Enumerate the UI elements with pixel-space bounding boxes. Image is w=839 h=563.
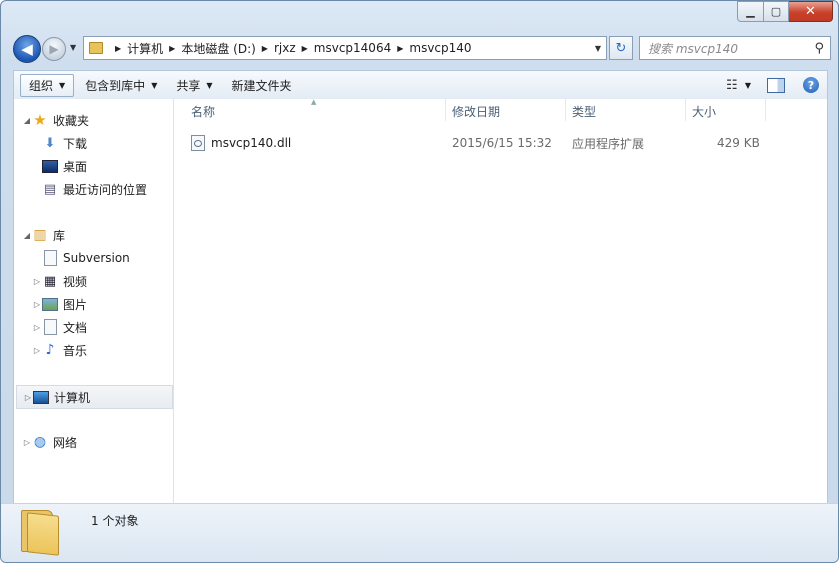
back-button[interactable]: ◀ xyxy=(13,35,41,63)
sidebar-item-libraries[interactable]: ◢ ▥ 库 xyxy=(22,224,65,246)
collapsed-triangle-icon[interactable]: ▷ xyxy=(32,323,42,332)
chevron-right-icon[interactable]: ▶ xyxy=(262,44,268,53)
document-library-icon xyxy=(42,250,58,266)
folder-icon xyxy=(21,510,59,556)
folder-icon xyxy=(89,42,103,54)
breadcrumb-msvcp140[interactable]: ▶ msvcp140 xyxy=(391,41,471,55)
column-header-size[interactable]: 大小 xyxy=(692,99,716,123)
search-input[interactable]: 搜索 msvcp140 ⚲ xyxy=(639,36,831,60)
sidebar-item-desktop[interactable]: 桌面 xyxy=(42,155,87,177)
share-button[interactable]: 共享 ▼ xyxy=(168,74,220,97)
recent-places-icon: ▤ xyxy=(43,181,57,197)
expanded-triangle-icon[interactable]: ◢ xyxy=(22,116,32,125)
refresh-button[interactable]: ↻ xyxy=(609,36,633,60)
column-header-name[interactable]: 名称 xyxy=(191,99,215,123)
collapsed-triangle-icon[interactable]: ▷ xyxy=(23,393,33,402)
chevron-right-icon[interactable]: ▶ xyxy=(169,44,175,53)
maximize-button[interactable]: ▢ xyxy=(764,1,789,22)
chevron-down-icon: ▼ xyxy=(59,80,66,90)
explorer-window: ▁ ▢ ✕ ◀ ▶ ▼ ▶ 计算机 ▶ 本地磁盘 (D:) ▶ rjxz ▶ msvcp… xyxy=(0,0,839,563)
forward-arrow-icon: ▶ xyxy=(49,42,59,56)
breadcrumb-msvcp14064[interactable]: ▶ msvcp14064 xyxy=(296,41,392,55)
file-list[interactable]: ▲ 名称 修改日期 类型 大小 msvcp140.dll 2015/6/15 1… xyxy=(174,98,827,503)
address-dropdown-icon[interactable]: ▼ xyxy=(595,44,601,53)
sidebar-item-pictures[interactable]: ▷ 图片 xyxy=(32,293,87,315)
column-divider[interactable] xyxy=(445,99,446,121)
preview-pane-icon[interactable] xyxy=(767,77,785,93)
window-controls: ▁ ▢ ✕ xyxy=(737,1,833,22)
documents-icon xyxy=(42,319,58,335)
computer-icon xyxy=(33,389,49,405)
column-header-modified[interactable]: 修改日期 xyxy=(452,99,500,123)
navigation-bar: ◀ ▶ ▼ ▶ 计算机 ▶ 本地磁盘 (D:) ▶ rjxz ▶ msvcp14064 … xyxy=(13,34,831,63)
new-folder-button[interactable]: 新建文件夹 xyxy=(224,74,300,97)
collapsed-triangle-icon[interactable]: ▷ xyxy=(32,300,42,309)
chevron-down-icon: ▼ xyxy=(206,80,213,90)
column-divider[interactable] xyxy=(685,99,686,121)
collapsed-triangle-icon[interactable]: ▷ xyxy=(32,346,42,355)
chevron-right-icon[interactable]: ▶ xyxy=(397,44,403,53)
command-bar: 组织 ▼ 包含到库中 ▼ 共享 ▼ 新建文件夹 ☷ ▼ ? xyxy=(13,70,828,100)
sidebar-item-subversion[interactable]: Subversion xyxy=(42,247,130,269)
forward-button[interactable]: ▶ xyxy=(42,37,66,61)
dll-file-icon xyxy=(191,135,205,151)
download-folder-icon: ⬇ xyxy=(44,135,56,151)
view-options-icon[interactable]: ☷ xyxy=(723,78,741,93)
sidebar-item-videos[interactable]: ▷ ▦ 视频 xyxy=(32,270,87,292)
file-size: 429 KB xyxy=(717,136,760,150)
organize-button[interactable]: 组织 ▼ xyxy=(20,73,75,97)
item-count: 1 个对象 xyxy=(91,514,139,528)
expanded-triangle-icon[interactable]: ◢ xyxy=(22,231,32,240)
chevron-right-icon[interactable]: ▶ xyxy=(115,44,121,53)
back-arrow-icon: ◀ xyxy=(21,40,33,58)
sidebar-item-music[interactable]: ▷ ♪ 音乐 xyxy=(32,339,87,361)
sidebar-item-network[interactable]: ▷ ◍ 网络 xyxy=(22,431,77,453)
command-bar-right: ☷ ▼ ? xyxy=(723,77,827,93)
content-area: ◢ ★ 收藏夹 ⬇ 下载 桌面 ▤ 最近访问的位置 ◢ ▥ 库 Subversion ▷ ▦ 视… xyxy=(13,98,828,504)
breadcrumb-drive[interactable]: ▶ 本地磁盘 (D:) xyxy=(163,40,256,57)
breadcrumb-computer[interactable]: ▶ 计算机 xyxy=(109,40,163,57)
file-name: msvcp140.dll xyxy=(211,136,292,150)
help-icon[interactable]: ? xyxy=(803,77,819,93)
minimize-button[interactable]: ▁ xyxy=(737,1,764,22)
search-icon[interactable]: ⚲ xyxy=(814,41,824,56)
desktop-icon xyxy=(42,158,58,174)
column-header-type[interactable]: 类型 xyxy=(572,99,596,123)
navigation-pane[interactable]: ◢ ★ 收藏夹 ⬇ 下载 桌面 ▤ 最近访问的位置 ◢ ▥ 库 Subversion ▷ ▦ 视… xyxy=(14,99,174,503)
star-icon: ★ xyxy=(33,111,47,129)
sidebar-item-computer[interactable]: ▷ 计算机 xyxy=(16,385,173,409)
details-pane: 1 个对象 xyxy=(1,503,838,562)
sidebar-item-favorites[interactable]: ◢ ★ 收藏夹 xyxy=(22,109,89,131)
video-icon: ▦ xyxy=(43,273,57,289)
include-in-library-button[interactable]: 包含到库中 ▼ xyxy=(77,74,165,97)
view-dropdown-icon[interactable]: ▼ xyxy=(745,81,751,90)
search-placeholder[interactable]: 搜索 msvcp140 xyxy=(648,40,814,57)
column-divider[interactable] xyxy=(765,99,766,121)
sidebar-item-recent-places[interactable]: ▤ 最近访问的位置 xyxy=(42,178,147,200)
chevron-down-icon: ▼ xyxy=(151,80,158,90)
library-icon: ▥ xyxy=(33,227,47,243)
column-divider[interactable] xyxy=(565,99,566,121)
breadcrumb-rjxz[interactable]: ▶ rjxz xyxy=(256,41,296,55)
file-type: 应用程序扩展 xyxy=(572,136,645,151)
pictures-icon xyxy=(42,296,58,312)
network-icon: ◍ xyxy=(33,434,47,450)
collapsed-triangle-icon[interactable]: ▷ xyxy=(32,277,42,286)
file-row[interactable]: msvcp140.dll xyxy=(191,132,291,154)
address-bar[interactable]: ▶ 计算机 ▶ 本地磁盘 (D:) ▶ rjxz ▶ msvcp14064 ▶ msvcp… xyxy=(83,36,607,60)
music-note-icon: ♪ xyxy=(45,342,55,358)
file-modified: 2015/6/15 15:32 xyxy=(452,136,552,150)
sort-ascending-icon: ▲ xyxy=(311,98,317,106)
chevron-right-icon[interactable]: ▶ xyxy=(302,44,308,53)
sidebar-item-downloads[interactable]: ⬇ 下载 xyxy=(42,132,87,154)
refresh-icon: ↻ xyxy=(615,40,627,56)
sidebar-item-documents[interactable]: ▷ 文档 xyxy=(32,316,87,338)
collapsed-triangle-icon[interactable]: ▷ xyxy=(22,438,32,447)
close-button[interactable]: ✕ xyxy=(789,1,833,22)
recent-pages-dropdown[interactable]: ▼ xyxy=(70,43,76,52)
